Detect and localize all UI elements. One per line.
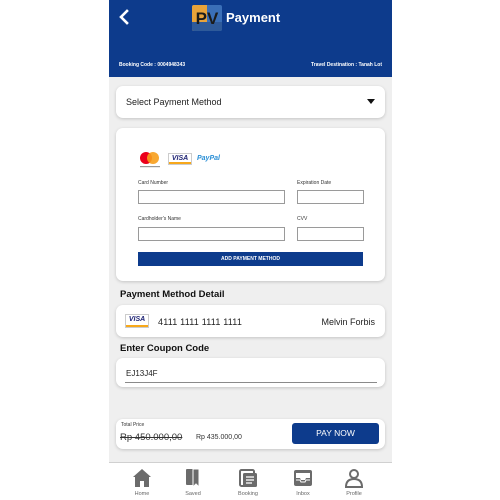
chevron-left-icon [119,9,129,25]
cardholder-name-field[interactable] [138,227,285,241]
visa-logo-text: VISA [171,155,189,162]
nav-label-home: Home [134,491,150,497]
visa-icon: VISA [168,153,192,165]
home-icon [133,469,151,487]
app-header: PV Payment Booking Code : 0004948343 Tra… [109,0,392,77]
pay-now-button[interactable]: PAY NOW [292,423,379,444]
payment-method-detail-title: Payment Method Detail [120,289,225,300]
nav-label-saved: Saved [185,491,201,497]
expiration-date-label: Expiration Date [297,180,332,186]
visa-logo-text: VISA [128,316,146,323]
add-payment-method-button[interactable]: ADD PAYMENT METHOD [138,252,363,266]
card-number-field[interactable] [138,190,285,204]
card-number-label: Card Number [138,180,169,186]
card-holder-name: Melvin Forbis [321,317,375,327]
nav-label-inbox: Inbox [296,491,310,497]
travel-destination: Travel Destination : Tanah Lot [310,62,382,68]
bottom-navigation: Home Saved Booking Inbox Profile [109,462,392,500]
coupon-code-input[interactable] [125,364,377,383]
cvv-field[interactable] [297,227,364,241]
coupon-card [116,358,385,387]
payment-method-detail-card[interactable]: VISA 4111 1111 1111 1111 Melvin Forbis [116,305,385,337]
expiration-date-field[interactable] [297,190,364,204]
coupon-title: Enter Coupon Code [120,343,210,354]
original-price: Rp 450.000,00 [120,432,183,443]
total-price-label: Total Price [121,422,145,428]
nav-item-booking[interactable]: Booking [223,463,273,500]
app-logo: PV [192,5,222,31]
nav-item-saved[interactable]: Saved [168,463,218,500]
inbox-icon [294,470,312,486]
profile-icon [344,469,364,488]
cardholder-name-label: Cardholder's Name [138,216,181,222]
booking-code: Booking Code : 0004948343 [119,62,186,68]
page-title: Payment [226,10,281,25]
phone-screen: PV Payment Booking Code : 0004948343 Tra… [109,0,392,500]
nav-label-profile: Profile [346,491,362,497]
back-button[interactable] [117,8,133,26]
bookmark-icon [186,468,200,488]
paypal-icon: PayPal [197,155,220,162]
payment-method-select[interactable]: Select Payment Method [116,86,385,118]
payment-form-card: VISA PayPal Card Number Expiration Date … [116,128,385,281]
booking-icon [239,469,257,487]
mastercard-icon [138,150,162,170]
caret-down-icon [367,99,375,104]
nav-label-booking: Booking [238,491,258,497]
price-card: Total Price Rp 450.000,00 Rp 435.000,00 … [116,419,385,449]
card-number: 4111 1111 1111 1111 [158,317,243,327]
logo-text: PV [196,9,219,28]
nav-item-home[interactable]: Home [117,463,167,500]
nav-item-inbox[interactable]: Inbox [278,463,328,500]
cvv-label: CVV [297,216,308,222]
nav-item-profile[interactable]: Profile [329,463,379,500]
payment-method-select-label: Select Payment Method [126,97,222,107]
discounted-price: Rp 435.000,00 [196,434,242,441]
visa-icon: VISA [125,314,149,328]
